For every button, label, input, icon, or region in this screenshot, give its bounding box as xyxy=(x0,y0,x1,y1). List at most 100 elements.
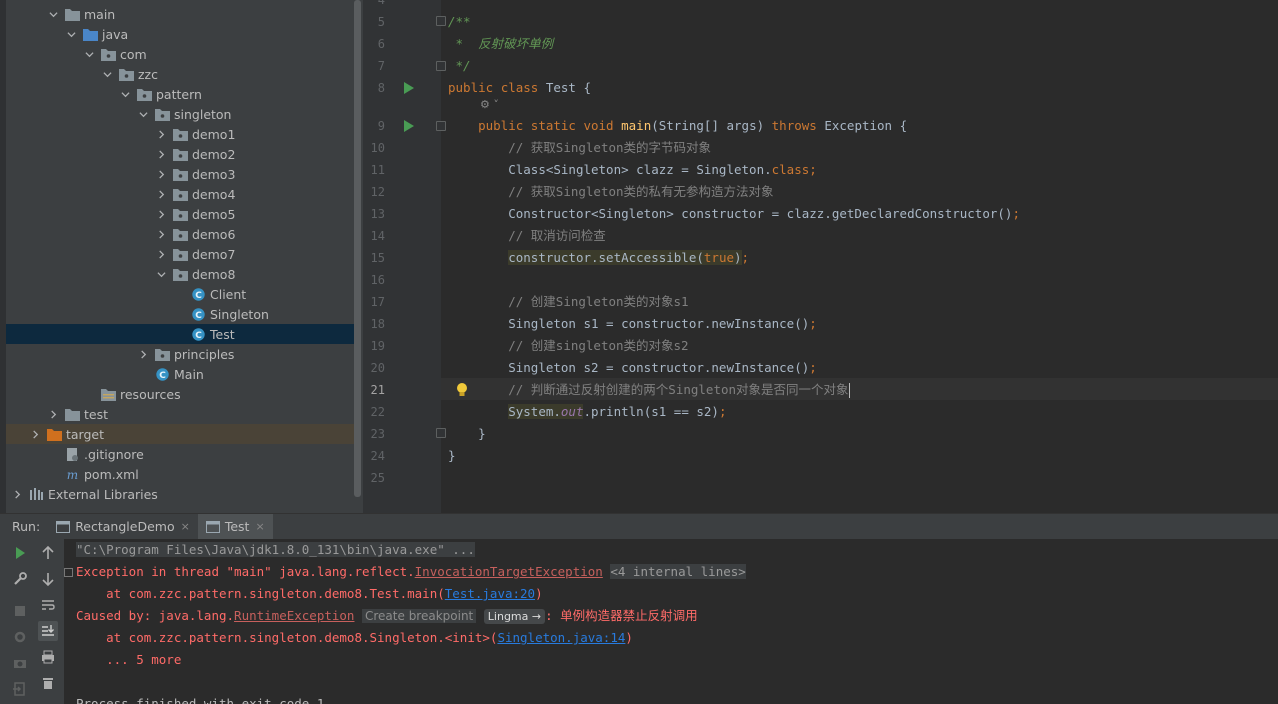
expand-fold-icon[interactable] xyxy=(64,568,73,577)
java-class-icon: C xyxy=(154,367,170,381)
tree-item-label: Client xyxy=(210,286,247,302)
tree-item-main[interactable]: C Main xyxy=(6,364,355,384)
maven-icon: m xyxy=(64,467,80,481)
chevron-right-icon[interactable] xyxy=(47,408,59,420)
tree-item-label: External Libraries xyxy=(48,486,158,502)
chevron-right-icon[interactable] xyxy=(11,488,23,500)
down-arrow-icon[interactable] xyxy=(38,569,58,589)
internal-lines-fold[interactable]: <4 internal lines> xyxy=(610,564,746,579)
tree-item-zzc[interactable]: zzc xyxy=(6,64,355,84)
tree-item-label: demo3 xyxy=(192,166,236,182)
run-main-icon[interactable] xyxy=(403,119,415,133)
camera-icon[interactable] xyxy=(10,653,30,673)
folder-icon xyxy=(64,7,80,21)
rerun-icon[interactable] xyxy=(10,543,30,563)
tree-item-demo1[interactable]: demo1 xyxy=(6,124,355,144)
chevron-right-icon[interactable] xyxy=(155,128,167,140)
tree-item-test[interactable]: test xyxy=(6,404,355,424)
package-icon xyxy=(172,127,188,141)
chevron-right-icon[interactable] xyxy=(29,428,41,440)
tree-item-demo7[interactable]: demo7 xyxy=(6,244,355,264)
source-folder-icon xyxy=(82,27,98,41)
chevron-right-icon[interactable] xyxy=(155,188,167,200)
fold-marker[interactable] xyxy=(436,428,446,438)
tree-item-gitignore[interactable]: .gitignore xyxy=(6,444,355,464)
line-number: 21 xyxy=(370,383,385,397)
chevron-down-icon[interactable] xyxy=(155,268,167,280)
tree-item-pom-xml[interactable]: m pom.xml xyxy=(6,464,355,484)
chevron-right-icon[interactable] xyxy=(155,248,167,260)
fold-marker[interactable] xyxy=(436,121,446,131)
tree-item-pattern[interactable]: pattern xyxy=(6,84,355,104)
chevron-down-icon[interactable] xyxy=(47,8,59,20)
chevron-right-icon[interactable] xyxy=(155,168,167,180)
tree-item-main[interactable]: main xyxy=(6,4,355,24)
print-icon[interactable] xyxy=(38,647,58,667)
sidebar-scrollbar[interactable] xyxy=(354,0,361,497)
lingma-button[interactable]: Lingma → xyxy=(483,609,546,624)
tree-item-label: resources xyxy=(120,386,181,402)
chevron-right-icon[interactable] xyxy=(137,348,149,360)
close-icon[interactable]: × xyxy=(255,520,264,533)
tree-item-label: target xyxy=(66,426,105,442)
tree-item-label: demo8 xyxy=(192,266,236,282)
tree-item-client[interactable]: C Client xyxy=(6,284,355,304)
stop-icon[interactable] xyxy=(10,601,30,621)
libraries-icon xyxy=(28,487,44,501)
tree-item-resources[interactable]: resources xyxy=(6,384,355,404)
fold-marker[interactable] xyxy=(436,16,446,26)
console-line: at com.zzc.pattern.singleton.demo8.Test.… xyxy=(76,586,543,601)
chevron-right-icon[interactable] xyxy=(155,228,167,240)
tree-item-singleton[interactable]: singleton xyxy=(6,104,355,124)
fold-marker[interactable] xyxy=(436,61,446,71)
chevron-down-icon[interactable] xyxy=(137,108,149,120)
tree-item-java[interactable]: java xyxy=(6,24,355,44)
chevron-right-icon[interactable] xyxy=(155,148,167,160)
tree-item-singleton[interactable]: C Singleton xyxy=(6,304,355,324)
tree-item-demo8[interactable]: demo8 xyxy=(6,264,355,284)
console-output[interactable]: "C:\Program Files\Java\jdk1.8.0_131\bin\… xyxy=(64,539,1278,704)
chevron-down-icon[interactable] xyxy=(119,88,131,100)
tree-item-demo4[interactable]: demo4 xyxy=(6,184,355,204)
java-class-icon: C xyxy=(190,307,206,321)
tree-item-external-libraries[interactable]: External Libraries xyxy=(6,484,355,504)
tree-item-demo3[interactable]: demo3 xyxy=(6,164,355,184)
tree-item-demo2[interactable]: demo2 xyxy=(6,144,355,164)
create-breakpoint-button[interactable]: Create breakpoint xyxy=(362,609,477,623)
soft-wrap-icon[interactable] xyxy=(38,595,58,615)
tree-item-demo5[interactable]: demo5 xyxy=(6,204,355,224)
chevron-down-icon[interactable] xyxy=(83,48,95,60)
code-line-5: /** xyxy=(448,14,471,29)
tab-test[interactable]: Test × xyxy=(197,513,273,540)
scroll-to-end-icon[interactable] xyxy=(38,621,58,641)
stack-link-test[interactable]: Test.java:20 xyxy=(445,586,535,601)
code-editor[interactable]: 4 5 6 7 8 9 10 11 12 13 14 15 16 17 18 19 20 21 22 23 24 25 ⚙… xyxy=(363,0,1278,513)
trash-icon[interactable] xyxy=(38,673,58,693)
resources-folder-icon xyxy=(100,387,116,401)
tree-item-com[interactable]: com xyxy=(6,44,355,64)
line-number: 18 xyxy=(370,317,385,331)
tree-item-target[interactable]: target xyxy=(6,424,355,444)
line-number: 9 xyxy=(377,119,385,133)
tree-item-label: principles xyxy=(174,346,235,362)
run-class-icon[interactable] xyxy=(403,81,415,95)
tab-rectangledemo[interactable]: RectangleDemo × xyxy=(48,514,198,540)
close-icon[interactable]: × xyxy=(181,520,190,533)
settings-icon[interactable] xyxy=(10,627,30,647)
tree-item-demo6[interactable]: demo6 xyxy=(6,224,355,244)
up-arrow-icon[interactable] xyxy=(38,543,58,563)
chevron-right-icon[interactable] xyxy=(155,208,167,220)
tree-item-test[interactable]: C Test xyxy=(6,324,355,344)
run-label: Run: xyxy=(12,519,41,534)
text-cursor xyxy=(848,383,850,398)
chevron-down-icon[interactable] xyxy=(101,68,113,80)
code-vision-hint[interactable]: ⚙ ˅ xyxy=(480,98,499,111)
chevron-down-icon[interactable] xyxy=(65,28,77,40)
stack-link-singleton[interactable]: Singleton.java:14 xyxy=(497,630,625,645)
tree-item-principles[interactable]: principles xyxy=(6,344,355,364)
console-line: "C:\Program Files\Java\jdk1.8.0_131\bin\… xyxy=(76,542,475,557)
wrench-icon[interactable] xyxy=(10,569,30,589)
exit-icon[interactable] xyxy=(10,679,30,699)
code-line-21: // 判断通过反射创建的两个Singleton对象是否同一个对象 xyxy=(508,382,850,398)
tree-item-label: demo5 xyxy=(192,206,236,222)
